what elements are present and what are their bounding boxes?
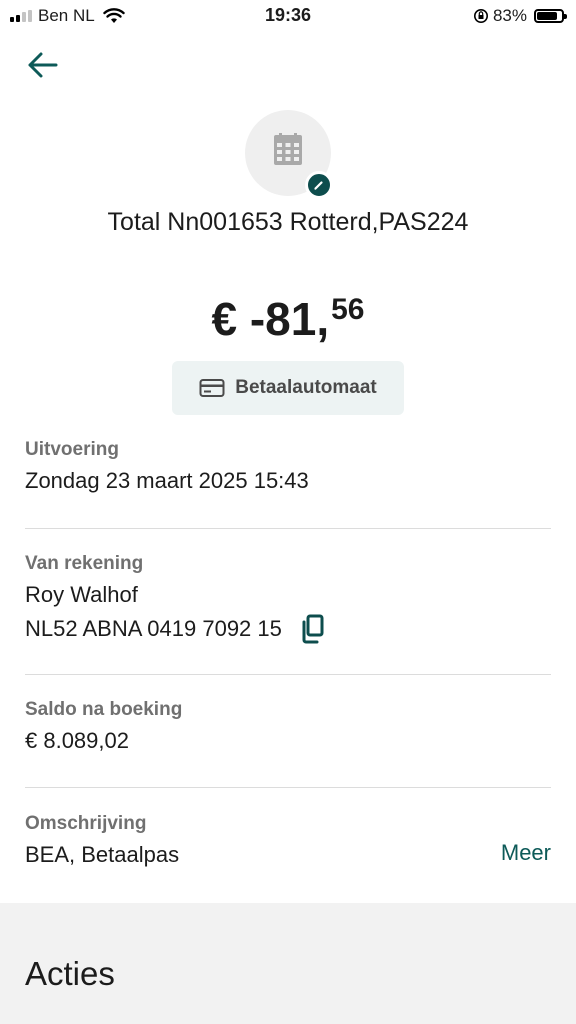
battery-percent: 83% xyxy=(492,6,527,25)
from-account-field: Van rekening Roy Walhof NL52 ABNA 0419 7… xyxy=(25,551,551,645)
description-value: BEA, Betaalpas xyxy=(25,842,180,867)
credit-card-icon xyxy=(199,379,225,397)
amount-main: € -81, xyxy=(211,293,330,345)
account-iban: NL52 ABNA 0419 7092 15 xyxy=(25,616,282,641)
from-account-label: Van rekening xyxy=(25,553,144,574)
status-bar: Ben NL 19:36 83% xyxy=(0,0,576,34)
arrow-left-icon xyxy=(28,52,58,78)
transaction-detail-screen: Ben NL 19:36 83% Total Nn001653 Rotterd,… xyxy=(0,0,576,1024)
divider xyxy=(25,787,551,788)
actions-title: Acties xyxy=(25,955,115,992)
execution-value: Zondag 23 maart 2025 15:43 xyxy=(25,468,309,493)
pencil-icon xyxy=(314,181,323,190)
payment-type-label: Betaalautomaat xyxy=(235,377,377,398)
balance-value: € 8.089,02 xyxy=(25,728,129,753)
amount-cents: 56 xyxy=(331,293,365,326)
edit-merchant-button[interactable] xyxy=(305,171,333,199)
back-button[interactable] xyxy=(24,48,62,82)
divider xyxy=(25,528,551,529)
actions-section: Acties xyxy=(0,903,576,1024)
status-right: 83% xyxy=(473,6,567,26)
battery-icon xyxy=(534,9,567,23)
account-holder: Roy Walhof xyxy=(25,582,138,607)
iban-row: NL52 ABNA 0419 7092 15 xyxy=(25,613,551,645)
more-description-link[interactable]: Meer xyxy=(501,837,551,869)
transaction-amount: € -81,56 xyxy=(0,292,576,346)
divider xyxy=(25,674,551,675)
execution-label: Uitvoering xyxy=(25,439,119,460)
copy-icon xyxy=(302,614,324,644)
balance-field: Saldo na boeking € 8.089,02 xyxy=(25,697,551,757)
balance-label: Saldo na boeking xyxy=(25,699,183,720)
orientation-lock-icon xyxy=(473,9,488,23)
payment-type-chip: Betaalautomaat xyxy=(172,361,404,415)
execution-field: Uitvoering Zondag 23 maart 2025 15:43 xyxy=(25,437,551,497)
description-label: Omschrijving xyxy=(25,813,147,834)
copy-iban-button[interactable] xyxy=(300,614,326,644)
merchant-name: Total Nn001653 Rotterd,PAS224 xyxy=(107,208,469,236)
description-field: Omschrijving BEA, Betaalpas Meer xyxy=(25,811,551,871)
